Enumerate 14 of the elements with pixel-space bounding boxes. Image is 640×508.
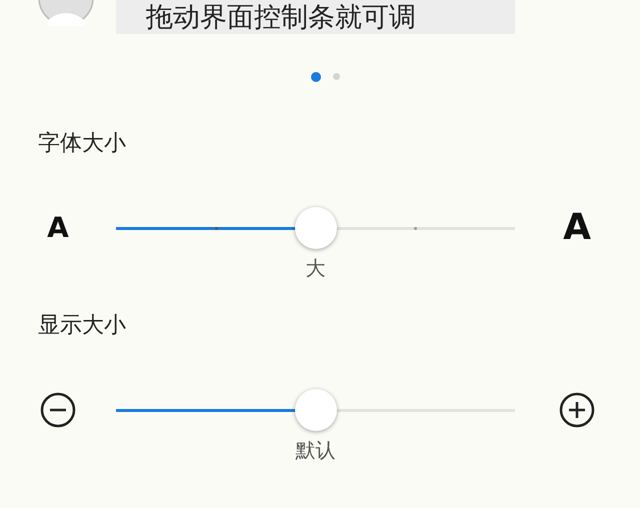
- slider-thumb[interactable]: [294, 207, 336, 249]
- slider-value-label: 大: [306, 255, 326, 282]
- minus-icon[interactable]: [40, 392, 76, 428]
- avatar-icon: [38, 0, 94, 26]
- section-title: 显示大小: [38, 312, 126, 340]
- slider-thumb[interactable]: [294, 389, 336, 431]
- slider-value-label: 默认: [296, 437, 336, 464]
- slider[interactable]: [116, 207, 515, 249]
- large-text-sample: A: [563, 206, 591, 250]
- tip-banner: 拖动界面控制条就可调: [116, 0, 515, 34]
- plus-icon[interactable]: [559, 392, 595, 428]
- small-text-sample: A: [47, 210, 69, 246]
- section-title: 字体大小: [38, 130, 126, 158]
- slider[interactable]: [116, 389, 515, 431]
